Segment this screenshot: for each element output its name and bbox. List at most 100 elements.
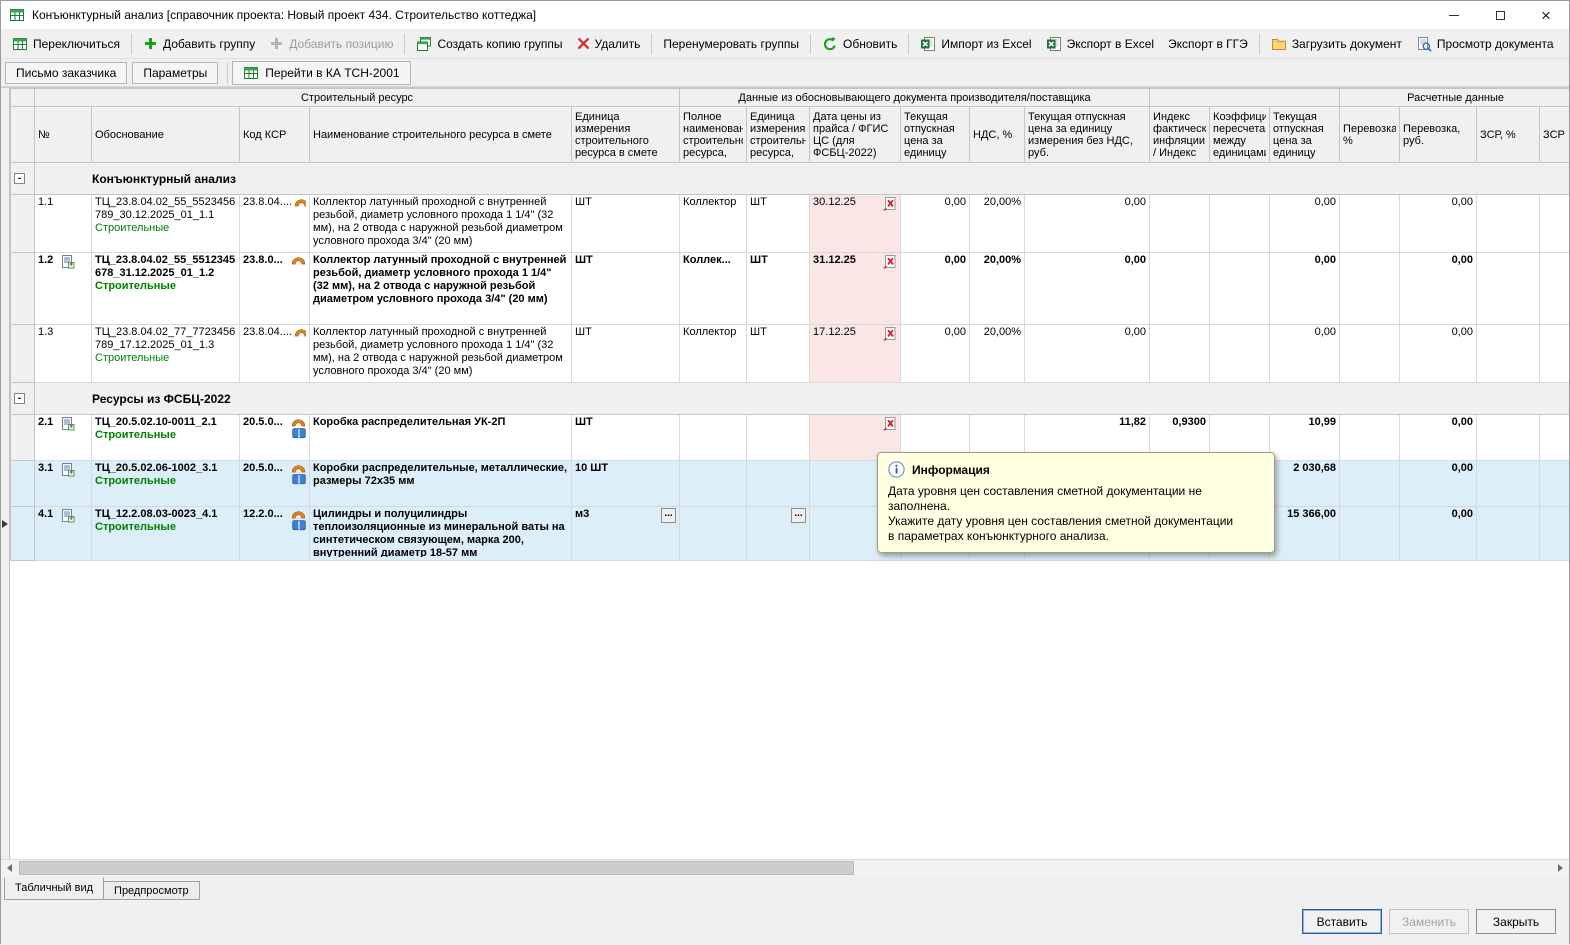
close-button[interactable]: Закрыть xyxy=(1476,909,1556,934)
close-button[interactable] xyxy=(1523,1,1569,29)
ellipsis-button[interactable] xyxy=(791,508,806,523)
cell-current-price-per-unit[interactable]: 10,99 xyxy=(1270,415,1340,461)
cell-doc-unit[interactable] xyxy=(747,507,810,561)
cell-transport-rub[interactable]: 0,00 xyxy=(1400,253,1477,325)
excel-warning-icon[interactable] xyxy=(882,254,897,269)
cell-full-name[interactable]: Коллектор xyxy=(680,325,747,383)
cell-transport-rub[interactable]: 0,00 xyxy=(1400,415,1477,461)
horizontal-scrollbar[interactable] xyxy=(1,859,1569,876)
toolbar-button-add-group[interactable]: Добавить группу xyxy=(136,32,262,55)
toolbar-button-renumber[interactable]: Перенумеровать группы xyxy=(656,33,806,55)
cell-num[interactable]: 2.1 xyxy=(35,415,92,461)
minimize-button[interactable] xyxy=(1431,1,1477,29)
cell-conversion-coef[interactable] xyxy=(1210,253,1270,325)
scroll-right-arrow[interactable] xyxy=(1552,860,1569,876)
cell-resource-name[interactable]: Коробка распределительная УК-2П xyxy=(310,415,572,461)
cell-ksr-code[interactable]: 20.5.0... xyxy=(240,461,310,507)
cell-justification[interactable]: ТЦ_20.5.02.10-0011_2.1Строительные xyxy=(92,415,240,461)
cell-doc-unit[interactable]: ШТ xyxy=(747,325,810,383)
toolbar-button-delete[interactable]: Удалить xyxy=(570,33,648,55)
cell-num[interactable]: 1.2 xyxy=(35,253,92,325)
cell-resource-name[interactable]: Коллектор латунный проходной с внутренне… xyxy=(310,195,572,253)
cell-full-name[interactable]: Коллек... xyxy=(680,253,747,325)
cell-current-price-per-unit[interactable]: 0,00 xyxy=(1270,325,1340,383)
cell-price-date[interactable]: 30.12.25 xyxy=(810,195,901,253)
cell-resource-unit[interactable]: 10 ШТ xyxy=(572,461,680,507)
scroll-left-arrow[interactable] xyxy=(1,860,18,876)
cell-transport-pct[interactable] xyxy=(1340,507,1400,561)
excel-warning-icon[interactable] xyxy=(882,196,897,211)
cell-resource-unit[interactable]: ШТ xyxy=(572,253,680,325)
cell-full-name[interactable] xyxy=(680,507,747,561)
cell-price-no-vat[interactable]: 0,00 xyxy=(1025,195,1150,253)
cell-zsr[interactable] xyxy=(1540,461,1569,507)
cell-resource-name[interactable]: Цилиндры и полуцилиндры теплоизоляционны… xyxy=(310,507,572,561)
data-row[interactable]: 4.1ТЦ_12.2.08.03-0023_4.1Строительные12.… xyxy=(11,507,1570,561)
cell-price-no-vat[interactable]: 0,00 xyxy=(1025,325,1150,383)
data-row[interactable]: 1.1ТЦ_23.8.04.02_55_5523456789_30.12.202… xyxy=(11,195,1570,253)
data-row[interactable]: 1.2ТЦ_23.8.04.02_55_5512345678_31.12.202… xyxy=(11,253,1570,325)
cell-price-date[interactable]: 31.12.25 xyxy=(810,253,901,325)
toolbar-button-parameters[interactable]: Параметры xyxy=(132,62,218,84)
toolbar-button-export-excel[interactable]: Экспорт в Excel xyxy=(1039,32,1161,56)
ellipsis-button[interactable] xyxy=(661,508,676,523)
cell-current-price-per-unit[interactable]: 0,00 xyxy=(1270,253,1340,325)
cell-vat[interactable]: 20,00% xyxy=(970,253,1025,325)
data-row[interactable]: 3.1ТЦ_20.5.02.06-1002_3.1Строительные20.… xyxy=(11,461,1570,507)
group-row[interactable]: Ресурсы из ФСБЦ-2022 xyxy=(11,383,1570,415)
insert-button[interactable]: Вставить xyxy=(1302,909,1382,934)
cell-zsr[interactable] xyxy=(1540,507,1569,561)
cell-zsr-pct[interactable] xyxy=(1477,507,1540,561)
cell-resource-unit[interactable]: ШТ xyxy=(572,415,680,461)
tab-preview[interactable]: Предпросмотр xyxy=(103,881,200,900)
cell-zsr-pct[interactable] xyxy=(1477,461,1540,507)
cell-full-name[interactable] xyxy=(680,415,747,461)
group-row-label[interactable]: Конъюнктурный анализ xyxy=(35,163,1570,195)
cell-resource-unit[interactable]: ШТ xyxy=(572,325,680,383)
cell-zsr-pct[interactable] xyxy=(1477,253,1540,325)
cell-doc-unit[interactable] xyxy=(747,415,810,461)
cell-justification[interactable]: ТЦ_23.8.04.02_77_7723456789_17.12.2025_0… xyxy=(92,325,240,383)
data-row[interactable]: 1.3ТЦ_23.8.04.02_77_7723456789_17.12.202… xyxy=(11,325,1570,383)
cell-doc-unit[interactable] xyxy=(747,461,810,507)
cell-transport-rub[interactable]: 0,00 xyxy=(1400,461,1477,507)
cell-doc-unit[interactable]: ШТ xyxy=(747,195,810,253)
cell-transport-pct[interactable] xyxy=(1340,195,1400,253)
cell-justification[interactable]: ТЦ_20.5.02.06-1002_3.1Строительные xyxy=(92,461,240,507)
toolbar-button-customer-letter[interactable]: Письмо заказчика xyxy=(5,62,127,84)
cell-transport-pct[interactable] xyxy=(1340,415,1400,461)
cell-num[interactable]: 3.1 xyxy=(35,461,92,507)
cell-zsr[interactable] xyxy=(1540,325,1569,383)
cell-current-price-per-unit[interactable]: 0,00 xyxy=(1270,195,1340,253)
data-row[interactable]: 2.1ТЦ_20.5.02.10-0011_2.1Строительные20.… xyxy=(11,415,1570,461)
collapse-button[interactable] xyxy=(14,173,25,184)
toolbar-button-goto-ka-tsn[interactable]: Перейти в КА ТСН-2001 xyxy=(232,61,410,85)
toolbar-button-load-document[interactable]: Загрузить документ xyxy=(1264,32,1409,56)
cell-ksr-code[interactable]: 23.8.04.... xyxy=(240,325,310,383)
maximize-button[interactable] xyxy=(1477,1,1523,29)
toolbar-button-import-excel[interactable]: Импорт из Excel xyxy=(913,32,1038,56)
cell-price-date[interactable]: 17.12.25 xyxy=(810,325,901,383)
cell-num[interactable]: 1.3 xyxy=(35,325,92,383)
cell-ksr-code[interactable]: 12.2.0... xyxy=(240,507,310,561)
cell-zsr-pct[interactable] xyxy=(1477,195,1540,253)
cell-zsr-pct[interactable] xyxy=(1477,325,1540,383)
cell-transport-rub[interactable]: 0,00 xyxy=(1400,325,1477,383)
cell-transport-pct[interactable] xyxy=(1340,325,1400,383)
group-row-label[interactable]: Ресурсы из ФСБЦ-2022 xyxy=(35,383,1570,415)
toolbar-button-view-document[interactable]: Просмотр документа xyxy=(1409,32,1561,56)
cell-ksr-code[interactable]: 23.8.0... xyxy=(240,253,310,325)
cell-transport-rub[interactable]: 0,00 xyxy=(1400,195,1477,253)
tab-table-view[interactable]: Табличный вид xyxy=(4,877,104,900)
cell-current-price[interactable]: 0,00 xyxy=(901,325,970,383)
cell-conversion-coef[interactable] xyxy=(1210,325,1270,383)
excel-warning-icon[interactable] xyxy=(882,416,897,431)
cell-zsr[interactable] xyxy=(1540,253,1569,325)
cell-transport-rub[interactable]: 0,00 xyxy=(1400,507,1477,561)
cell-transport-pct[interactable] xyxy=(1340,461,1400,507)
scrollbar-thumb[interactable] xyxy=(19,861,854,875)
cell-doc-unit[interactable]: ШТ xyxy=(747,253,810,325)
cell-resource-name[interactable]: Коллектор латунный проходной с внутренне… xyxy=(310,325,572,383)
cell-price-no-vat[interactable]: 0,00 xyxy=(1025,253,1150,325)
cell-full-name[interactable]: Коллектор xyxy=(680,195,747,253)
